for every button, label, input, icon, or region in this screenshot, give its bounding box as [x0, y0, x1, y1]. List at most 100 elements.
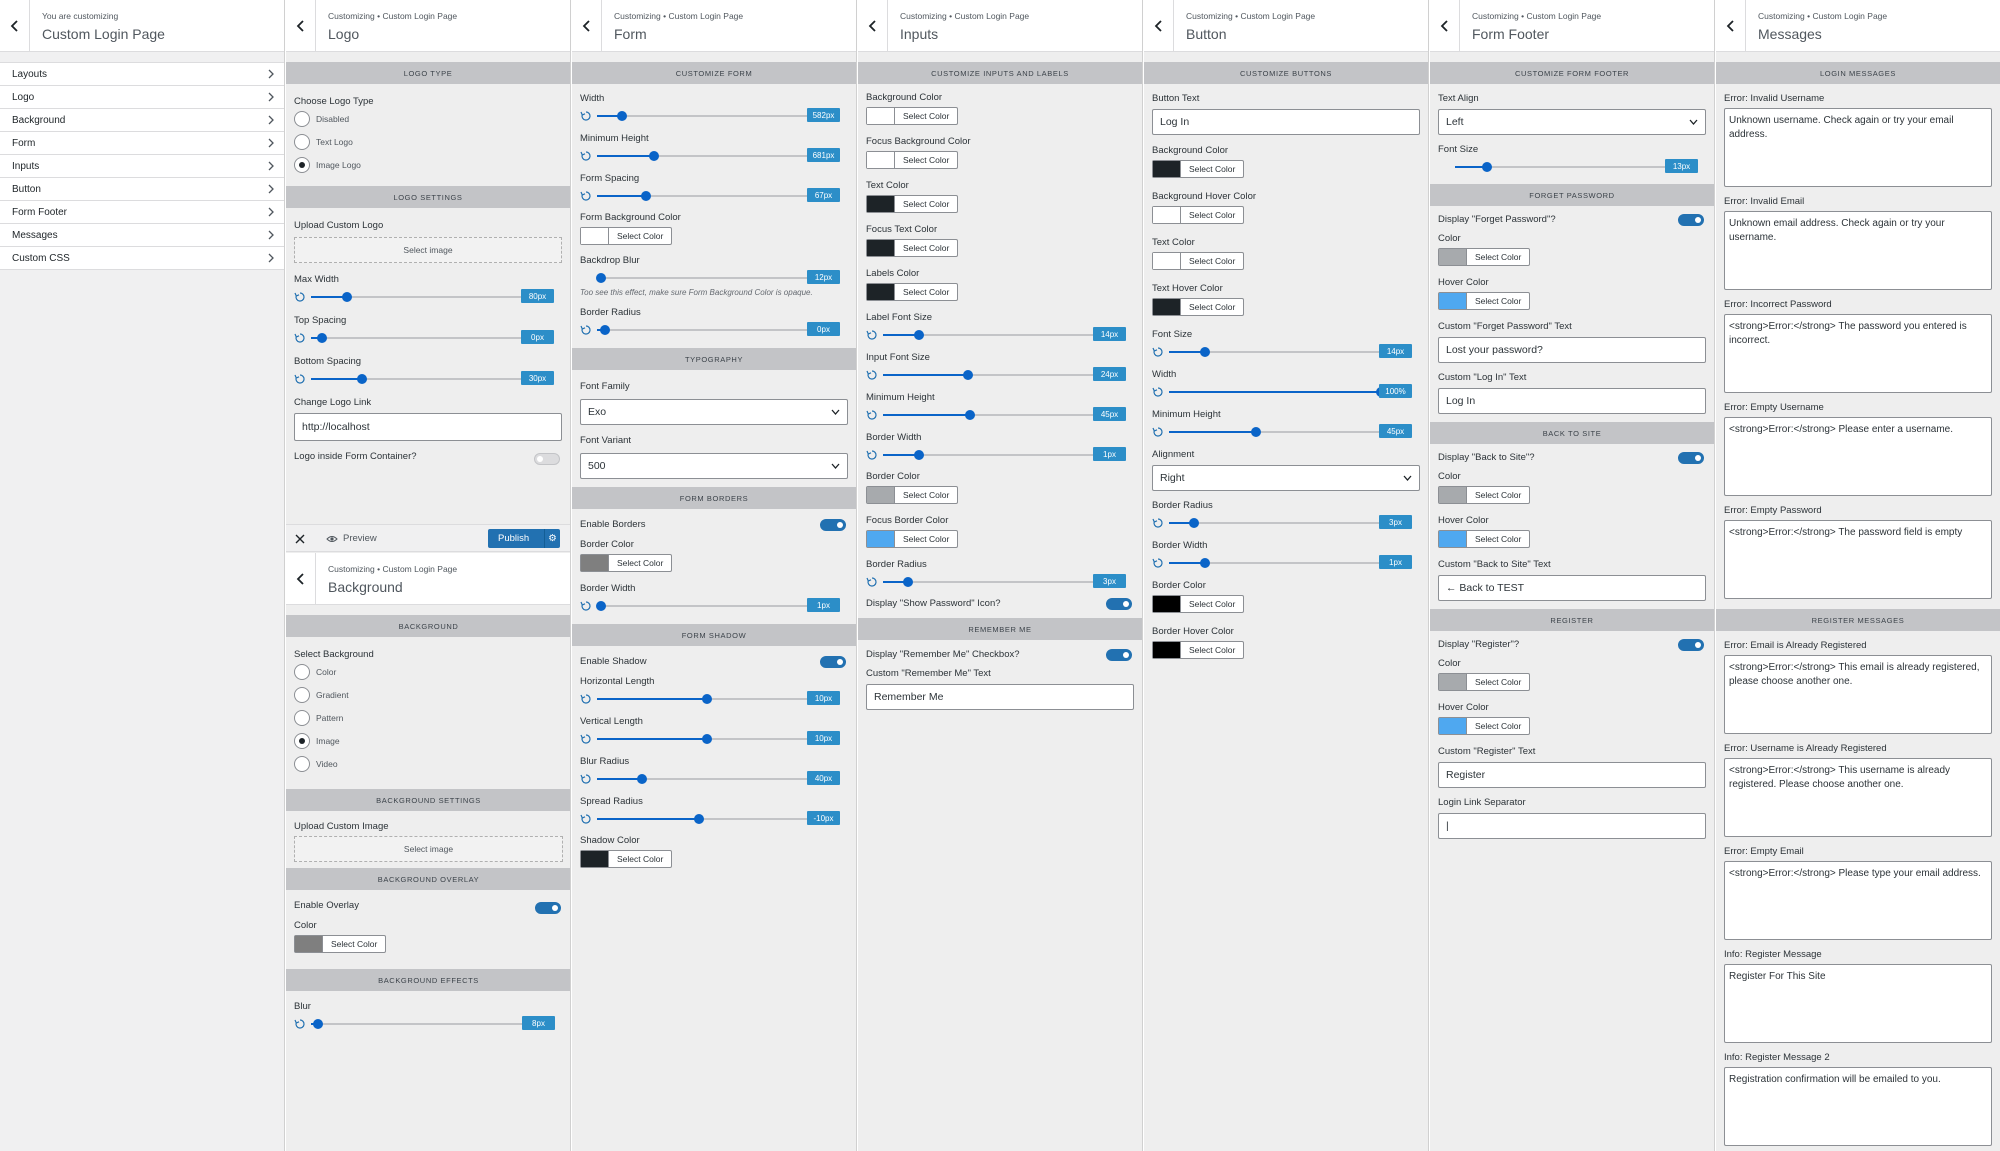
slider-track[interactable]: [883, 410, 1095, 420]
radio-pattern[interactable]: Pattern: [294, 706, 563, 729]
radio-circle[interactable]: [294, 110, 310, 127]
border-color-picker[interactable]: Select Color: [580, 554, 673, 572]
slider-track[interactable]: [1169, 427, 1381, 437]
login-text-input[interactable]: Log In: [1438, 388, 1706, 414]
min-height-slider[interactable]: 45px: [866, 407, 1134, 423]
border-width-slider[interactable]: 1px: [580, 598, 848, 614]
reset-icon[interactable]: [294, 1018, 306, 1030]
border-width-slider[interactable]: 1px: [1152, 555, 1420, 571]
text-color-picker[interactable]: Select Color: [1152, 252, 1245, 270]
form-bg-color-picker[interactable]: Select Color: [580, 227, 673, 245]
slider-track[interactable]: [311, 1019, 533, 1029]
slider-track[interactable]: [1169, 518, 1381, 528]
slider-track[interactable]: [1169, 558, 1381, 568]
back-button[interactable]: [572, 0, 602, 52]
shadow-color-picker[interactable]: Select Color: [580, 850, 673, 868]
radio-circle[interactable]: [294, 686, 310, 703]
border-radius-slider[interactable]: 3px: [1152, 515, 1420, 531]
horizontal-length-slider[interactable]: 10px: [580, 691, 848, 707]
slider-track[interactable]: [597, 694, 809, 704]
slider-track[interactable]: [1169, 387, 1386, 397]
reset-icon[interactable]: [866, 576, 878, 588]
radio-circle[interactable]: [294, 133, 310, 150]
reset-icon[interactable]: [866, 369, 878, 381]
slider-track[interactable]: [597, 151, 809, 161]
background-hover-color-picker[interactable]: Select Color: [1152, 206, 1245, 224]
message-textarea[interactable]: <strong>Error:</strong> The password fie…: [1724, 520, 1992, 599]
slider-handle[interactable]: [1482, 162, 1492, 172]
reset-icon[interactable]: [1152, 426, 1164, 438]
slider-handle[interactable]: [1251, 427, 1261, 437]
blur-slider[interactable]: 8px: [294, 1016, 563, 1032]
reset-icon[interactable]: [1152, 517, 1164, 529]
reset-icon[interactable]: [580, 110, 592, 122]
select-image-button[interactable]: Select image: [294, 237, 562, 263]
slider-track[interactable]: [1169, 347, 1381, 357]
reset-icon[interactable]: [580, 693, 592, 705]
slider-handle[interactable]: [649, 151, 659, 161]
register-text-input[interactable]: Register: [1438, 762, 1706, 788]
reset-icon[interactable]: [294, 291, 306, 303]
slider-handle[interactable]: [914, 330, 924, 340]
font-size-slider[interactable]: 13px: [1438, 159, 1706, 175]
width-slider[interactable]: 100%: [1152, 384, 1420, 400]
back-to-site-color-picker[interactable]: Select Color: [1438, 486, 1531, 504]
backdrop-blur-slider[interactable]: 12px: [580, 270, 848, 286]
slider-handle[interactable]: [637, 774, 647, 784]
text-hover-color-picker[interactable]: Select Color: [1152, 298, 1245, 316]
remember-me-text-input[interactable]: Remember Me: [866, 684, 1134, 710]
message-textarea[interactable]: <strong>Error:</strong> Please enter a u…: [1724, 417, 1992, 496]
radio-circle[interactable]: [294, 156, 310, 173]
message-textarea[interactable]: <strong>Error:</strong> This email is al…: [1724, 655, 1992, 734]
menu-item-logo[interactable]: Logo: [0, 86, 284, 109]
back-to-site-text-input[interactable]: ← Back to TEST: [1438, 575, 1706, 601]
register-hover-color-picker[interactable]: Select Color: [1438, 717, 1531, 735]
back-button[interactable]: [1716, 0, 1746, 52]
border-radius-slider[interactable]: 3px: [866, 574, 1134, 590]
label-font-size-slider[interactable]: 14px: [866, 327, 1134, 343]
top-spacing-slider[interactable]: 0px: [294, 330, 562, 346]
slider-handle[interactable]: [702, 694, 712, 704]
show-password-toggle[interactable]: [1106, 598, 1132, 610]
bottom-spacing-slider[interactable]: 30px: [294, 371, 562, 387]
border-hover-color-picker[interactable]: Select Color: [1152, 641, 1245, 659]
radio-disabled[interactable]: Disabled: [294, 107, 562, 130]
logo-inside-toggle[interactable]: [534, 453, 560, 465]
radio-circle[interactable]: [294, 663, 310, 680]
message-textarea[interactable]: <strong>Error:</strong> This username is…: [1724, 758, 1992, 837]
labels-color-picker[interactable]: Select Color: [866, 283, 959, 301]
forget-password-text-input[interactable]: Lost your password?: [1438, 337, 1706, 363]
alignment-select[interactable]: Right: [1152, 465, 1420, 491]
font-variant-select[interactable]: 500: [580, 453, 848, 479]
back-button[interactable]: [1144, 0, 1174, 52]
forget-password-hover-color-picker[interactable]: Select Color: [1438, 292, 1531, 310]
width-slider[interactable]: 582px: [580, 108, 848, 124]
menu-item-form-footer[interactable]: Form Footer: [0, 201, 284, 224]
message-textarea[interactable]: Register For This Site: [1724, 964, 1992, 1043]
text-color-picker[interactable]: Select Color: [866, 195, 959, 213]
reset-icon[interactable]: [580, 324, 592, 336]
text-align-select[interactable]: Left: [1438, 109, 1706, 135]
back-to-site-toggle[interactable]: [1678, 452, 1704, 464]
select-image-button[interactable]: Select image: [294, 836, 563, 862]
separator-input[interactable]: |: [1438, 813, 1706, 839]
back-button[interactable]: [286, 0, 316, 52]
menu-item-background[interactable]: Background: [0, 109, 284, 132]
input-font-size-slider[interactable]: 24px: [866, 367, 1134, 383]
reset-icon[interactable]: [1152, 557, 1164, 569]
slider-handle[interactable]: [1200, 558, 1210, 568]
slider-handle[interactable]: [903, 577, 913, 587]
radio-circle[interactable]: [294, 709, 310, 726]
slider-handle[interactable]: [694, 814, 704, 824]
gear-icon[interactable]: ⚙: [544, 529, 560, 548]
border-color-picker[interactable]: Select Color: [1152, 595, 1245, 613]
slider-track[interactable]: [597, 191, 809, 201]
reset-icon[interactable]: [294, 332, 306, 344]
slider-handle[interactable]: [1189, 518, 1199, 528]
menu-item-button[interactable]: Button: [0, 178, 284, 201]
focus-text-color-picker[interactable]: Select Color: [866, 239, 959, 257]
background-color-picker[interactable]: Select Color: [1152, 160, 1245, 178]
slider-handle[interactable]: [357, 374, 367, 384]
spread-radius-slider[interactable]: -10px: [580, 811, 848, 827]
reset-icon[interactable]: [580, 150, 592, 162]
